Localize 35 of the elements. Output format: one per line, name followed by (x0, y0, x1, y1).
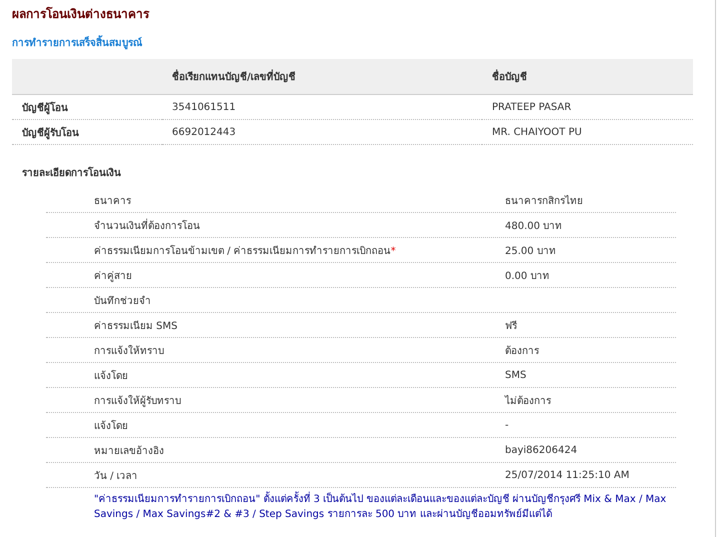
detail-label: แจ้งโดย (94, 419, 129, 432)
status-message: การทำรายการเสร็จสิ้นสมบูรณ์ (12, 35, 693, 50)
table-cell: PRATEEP PASAR (482, 94, 693, 120)
detail-label: การแจ้งให้ผู้รับทราบ (94, 394, 182, 408)
detail-label: หมายเลขอ้างอิง (94, 444, 165, 458)
detail-value: ไม่ต้องการ (505, 394, 552, 408)
row-header: บัญชีผู้รับโอน (12, 120, 162, 144)
detail-value: ต้องการ (505, 344, 540, 358)
detail-label: ค่าธรรมเนียม SMS (94, 320, 179, 332)
column-header: ชื่อเรียกแทนบัญชี/เลขที่บัญชี (162, 59, 482, 94)
detail-value: 25/07/2014 11:25:10 AM (505, 470, 630, 480)
detail-value: ฟรี (505, 320, 518, 332)
detail-value: SMS (505, 370, 528, 380)
detail-value: ธนาคารกสิกรไทย (505, 194, 584, 208)
detail-value: 0.00 บาท (505, 270, 550, 282)
detail-label: จำนวนเงินที่ต้องการโอน (94, 218, 201, 232)
detail-value: bayi86206424 (505, 444, 578, 456)
detail-label: วัน / เวลา (94, 470, 139, 482)
page-title: ผลการโอนเงินต่างธนาคาร (12, 6, 150, 23)
table-cell: MR. CHAIYOOT PU (482, 120, 693, 144)
detail-label: ค่าธรรมเนียมการโอนข้ามเขต / ค่าธรรมเนียมการทำรายการเบิกถอน* (94, 244, 397, 258)
footnote: "ค่าธรรมเนียมการทำรายการเบิกถอน" ตั้งแต่ครั้งที่ 3 เป็นต้นไป ของแต่ละเดือนและของแต่ละบัญชี ผ่านบัญชีกรุงศรี Mix & Max / Max Savings / Max Savings#2 & #3 / Step Savings รายการละ 500 บาท และผ่านบัญชีออมทรัพย์มีแต่ได้ (94, 492, 693, 522)
detail-label: บันทึกช่วยจำ (94, 294, 152, 308)
detail-value: 25.00 บาท (505, 244, 557, 258)
row-header: บัญชีผู้โอน (12, 94, 162, 120)
detail-value: 480.00 บาท (505, 220, 564, 232)
section-heading: รายละเอียดการโอนเงิน (22, 166, 122, 180)
detail-label: การแจ้งให้ทราบ (94, 344, 165, 358)
detail-label: ธนาคาร (94, 194, 132, 208)
detail-value: - (505, 420, 510, 430)
table-cell: 3541061511 (162, 94, 482, 120)
table-cell: 6692012443 (162, 120, 482, 144)
column-header: ชื่อบัญชี (482, 59, 693, 94)
detail-label: แจ้งโดย (94, 369, 129, 382)
detail-label: ค่าคู่สาย (94, 270, 133, 282)
